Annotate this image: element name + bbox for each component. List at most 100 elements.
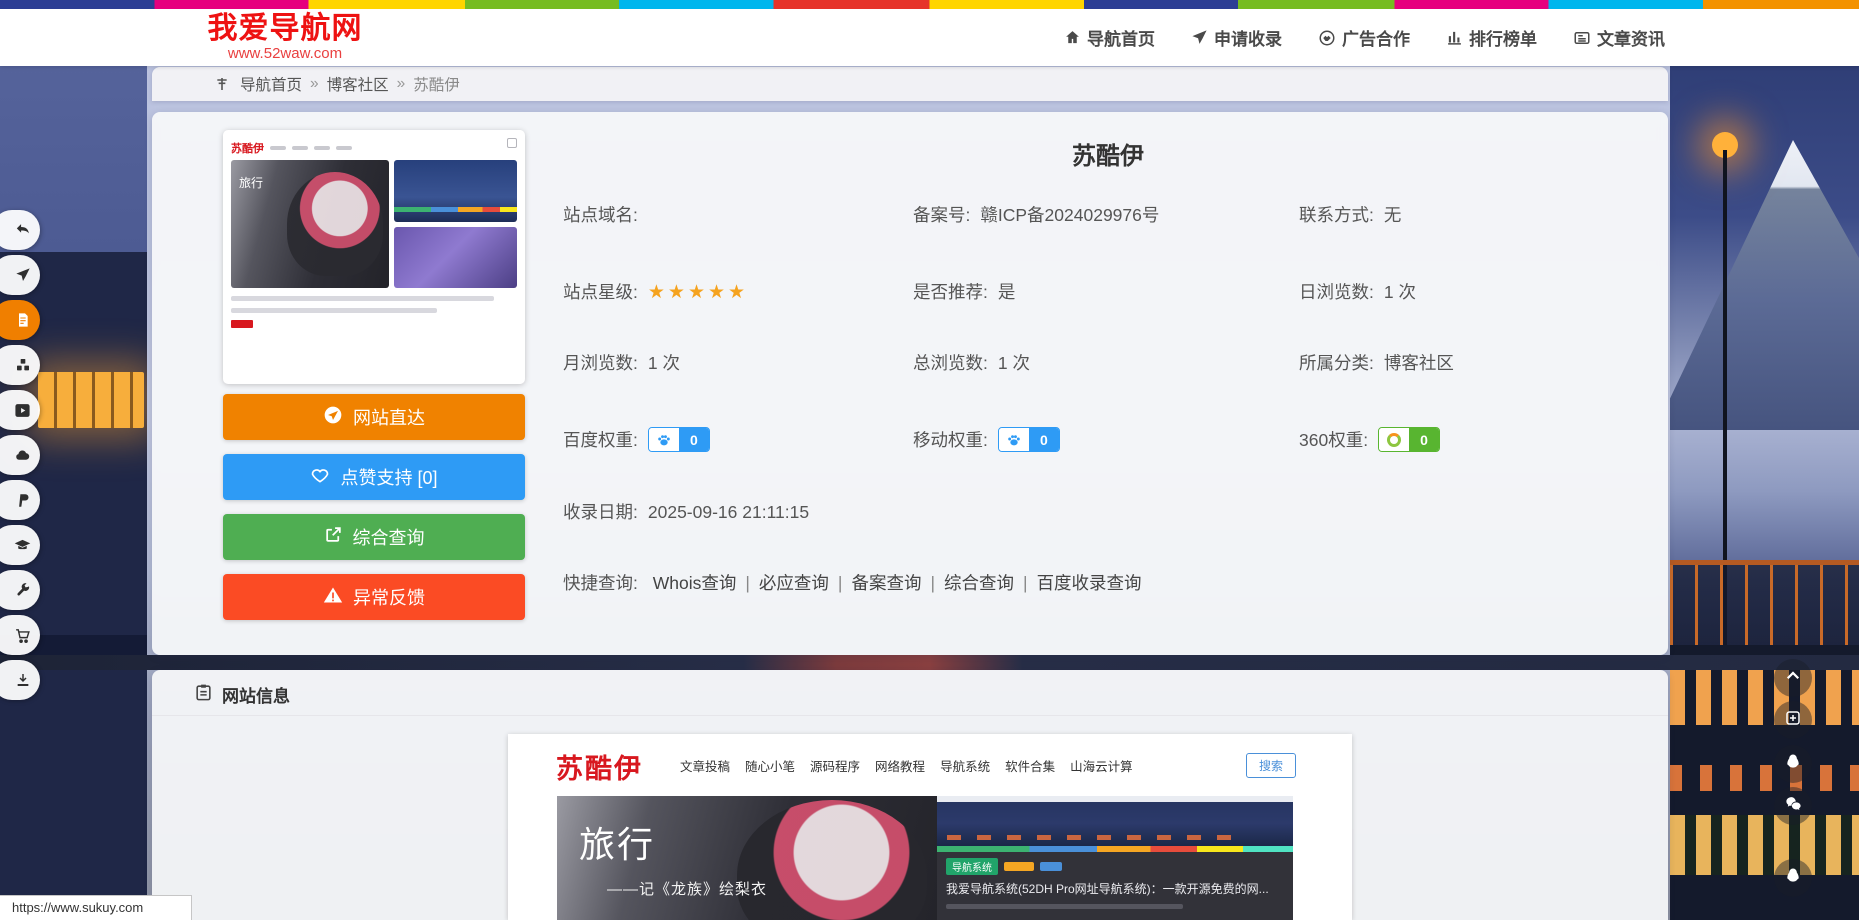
sidebar-button-cloud[interactable] <box>0 435 40 475</box>
sidebar-button-shop[interactable] <box>0 615 40 655</box>
embed-nav-item: 山海云计算 <box>1070 759 1133 774</box>
breadcrumb-current: 苏酷伊 <box>413 77 460 94</box>
mobile-weight-badge[interactable]: 0 <box>997 427 1060 453</box>
sidebar-button-back[interactable] <box>0 210 40 250</box>
detail-row: 站点域名: 备案号: 赣ICP备2024029976号 联系方式: 无 <box>563 205 1402 225</box>
detail-row: 快捷查询: Whois查询 | 必应查询 | 备案查询 | 综合查询 | 百度收录查询 <box>563 573 1142 593</box>
quick-link-bing[interactable]: 必应查询 <box>759 573 829 593</box>
reply-icon <box>14 222 31 239</box>
like-button[interactable]: 点赞支持 [0] <box>223 454 525 500</box>
external-link-icon <box>324 525 343 549</box>
back-to-top-button[interactable] <box>1774 659 1812 697</box>
weight-360-badge[interactable]: 0 <box>1378 427 1441 453</box>
background-buildings <box>1670 645 1859 920</box>
paper-plane-icon <box>15 267 31 283</box>
sidebar-button-share[interactable] <box>0 255 40 295</box>
website-screenshot: 苏酷伊 文章投稿 随心小笔 源码程序 网络教程 导航系统 软件合集 山海云计算 … <box>508 734 1352 920</box>
background-right-scene <box>1670 62 1859 920</box>
qq-contact-button[interactable] <box>1774 745 1812 783</box>
embed-card-title: 我爱导航系统(52DH Pro网址导航系统)：一款开源免费的网... <box>946 882 1269 896</box>
main-nav: 导航首页 申请收录 广告合作 排行榜单 文章资讯 <box>1064 9 1665 66</box>
quick-link-combined[interactable]: 综合查询 <box>944 573 1014 593</box>
page: 我爱导航网 www.52waw.com 导航首页 申请收录 广告合作 排行榜单 <box>0 0 1859 920</box>
detail-row: 收录日期: 2025-09-16 21:11:15 <box>563 502 810 522</box>
sidebar-button-cubes[interactable] <box>0 345 40 385</box>
add-button[interactable] <box>1774 701 1812 739</box>
page-title: 苏酷伊 <box>1072 143 1144 170</box>
sidebar-button-paypal[interactable] <box>0 480 40 520</box>
handshake-icon <box>1318 29 1336 47</box>
breadcrumb-home[interactable]: 导航首页 <box>240 73 302 95</box>
qq-group-button[interactable] <box>1774 859 1812 897</box>
breadcrumb-category[interactable]: 博客社区 <box>327 73 389 95</box>
contact-value: 无 <box>1383 205 1402 225</box>
embed-card-badge: 导航系统 <box>946 858 998 875</box>
sidebar-button-document[interactable] <box>0 300 40 340</box>
sidebar-button-download[interactable] <box>0 660 40 700</box>
sidebar-button-youtube[interactable] <box>0 390 40 430</box>
document-icon <box>15 312 31 328</box>
download-icon <box>15 672 31 688</box>
embed-nav-item: 导航系统 <box>940 759 991 774</box>
embed-hero-title: 旅行 <box>579 824 656 865</box>
section-title: 网站信息 <box>222 687 290 706</box>
background-lit-window <box>38 372 144 428</box>
baidu-paw-icon <box>648 428 679 452</box>
graduation-cap-icon <box>14 537 31 554</box>
embed-nav-item: 网络教程 <box>875 759 926 774</box>
embed-nav-item: 文章投稿 <box>680 759 731 774</box>
nav-item-ranking[interactable]: 排行榜单 <box>1446 25 1537 50</box>
quick-link-whois[interactable]: Whois查询 <box>653 573 737 593</box>
paypal-icon <box>16 493 31 508</box>
nav-item-home[interactable]: 导航首页 <box>1064 25 1155 50</box>
baidu-weight-badge[interactable]: 0 <box>647 427 710 453</box>
signpost-icon <box>214 76 230 92</box>
thumbnail-hero-title: 旅行 <box>239 176 264 190</box>
nav-item-ads[interactable]: 广告合作 <box>1318 25 1410 50</box>
icp-value: 赣ICP备2024029976号 <box>980 205 1160 225</box>
cubes-icon <box>15 357 31 373</box>
monthly-views-value: 1 次 <box>647 353 680 373</box>
wechat-contact-button[interactable] <box>1774 787 1812 825</box>
site-detail-panel: 苏酷伊 旅行 网站直达 点赞支持 [0] 综合查询 异常反馈 苏酷伊 站点域名:… <box>152 112 1668 655</box>
quick-link-baidu-index[interactable]: 百度收录查询 <box>1037 573 1142 593</box>
background-fence <box>1670 560 1859 646</box>
logo-subtitle: www.52waw.com <box>227 45 343 62</box>
sidebar-button-tools[interactable] <box>0 570 40 610</box>
embed-search-button: 搜索 <box>1245 753 1296 778</box>
breadcrumb: 导航首页 » 博客社区 » 苏酷伊 <box>152 67 1668 101</box>
daily-views-value: 1 次 <box>1383 282 1416 302</box>
bar-chart-icon <box>1446 29 1463 46</box>
shopping-cart-icon <box>14 627 31 644</box>
nav-item-submit[interactable]: 申请收录 <box>1191 25 1282 50</box>
embed-hero-image: 旅行 ——记《龙族》绘梨衣 <box>557 796 955 920</box>
breadcrumb-separator: » <box>396 75 406 92</box>
youtube-icon <box>14 402 31 419</box>
recommend-value: 是 <box>997 282 1016 302</box>
home-icon <box>1064 29 1081 46</box>
site-logo[interactable]: 我爱导航网 www.52waw.com <box>195 12 375 62</box>
embed-nav-item: 随心小笔 <box>745 759 796 774</box>
wrench-icon <box>15 582 31 598</box>
embed-nav-item: 软件合集 <box>1005 759 1056 774</box>
thumbnail-logo: 苏酷伊 <box>231 143 264 155</box>
indexed-date-value: 2025-09-16 21:11:15 <box>647 502 810 522</box>
cloud-icon <box>14 447 31 464</box>
clipboard-icon <box>194 683 213 707</box>
sidebar-button-education[interactable] <box>0 525 40 565</box>
qq-icon <box>1784 867 1802 890</box>
background-mountain <box>1670 140 1859 430</box>
expand-icon <box>507 138 517 148</box>
site-thumbnail[interactable]: 苏酷伊 旅行 <box>223 130 525 384</box>
paper-plane-icon <box>1191 29 1208 46</box>
embed-article-card: 导航系统 我爱导航系统(52DH Pro网址导航系统)：一款开源免费的网... <box>937 796 1293 920</box>
background-bridge-band <box>0 655 1859 670</box>
plus-square-icon <box>1784 709 1802 732</box>
site-info-panel: 网站信息 苏酷伊 文章投稿 随心小笔 源码程序 网络教程 导航系统 软件合集 山… <box>152 670 1668 920</box>
browser-status-url: https://www.sukuy.com <box>0 895 192 920</box>
quick-link-icp[interactable]: 备案查询 <box>851 573 921 593</box>
total-views-value: 1 次 <box>997 353 1030 373</box>
nav-item-articles[interactable]: 文章资讯 <box>1573 25 1665 50</box>
top-color-stripe <box>0 0 1859 9</box>
star-rating: ★★★★★ <box>647 282 749 303</box>
